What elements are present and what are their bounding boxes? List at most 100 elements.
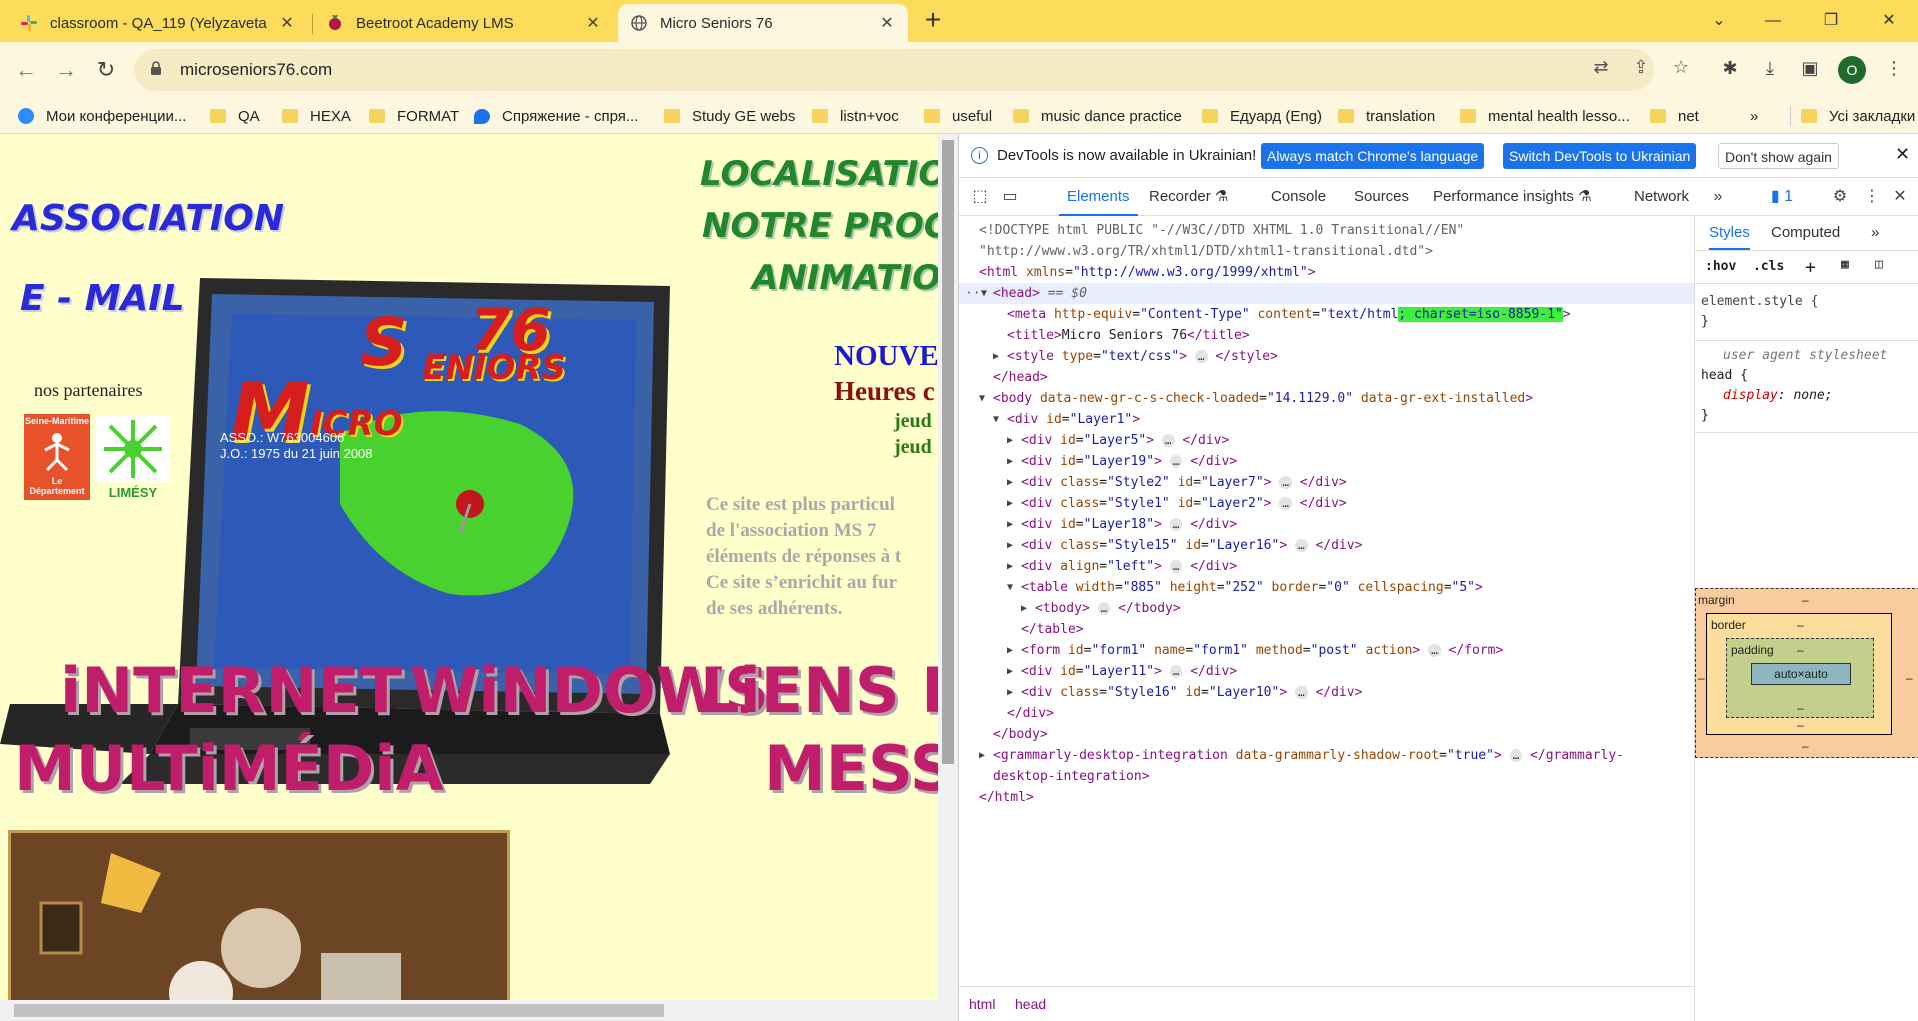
collapsed-arrow-icon[interactable]: ▶: [1007, 493, 1019, 514]
scrollbar-thumb[interactable]: [942, 140, 954, 764]
more-tabs-icon[interactable]: »: [1871, 216, 1879, 250]
close-icon[interactable]: ✕: [878, 13, 896, 33]
dom-node[interactable]: </head>: [959, 367, 1694, 388]
tab-micro-seniors[interactable]: Micro Seniors 76 ✕: [618, 4, 908, 42]
dom-node[interactable]: ▶ <div id="Layer19"> … </div>: [959, 451, 1694, 472]
collapsed-arrow-icon[interactable]: ▶: [1007, 535, 1019, 556]
close-window-icon[interactable]: ✕: [1866, 6, 1912, 36]
bookmark-item[interactable]: Мои конференции...: [18, 106, 186, 126]
dom-node[interactable]: ▶ <div id="Layer18"> … </div>: [959, 514, 1694, 535]
animation-link[interactable]: ANIMATIO: [752, 258, 938, 298]
restore-icon[interactable]: ❐: [1808, 6, 1854, 36]
collapsed-arrow-icon[interactable]: ▶: [1007, 451, 1019, 472]
bookmark-folder[interactable]: QA: [210, 106, 260, 126]
bookmark-folder[interactable]: useful: [924, 106, 992, 126]
new-tab-button[interactable]: +: [918, 6, 948, 36]
profile-avatar[interactable]: O: [1838, 56, 1866, 84]
tab-recorder[interactable]: Recorder ⚗: [1149, 178, 1228, 216]
menu-icon[interactable]: ⋮: [1880, 54, 1908, 82]
tab-sources[interactable]: Sources: [1354, 178, 1409, 216]
gear-icon[interactable]: ⚙: [1829, 186, 1851, 208]
switch-to-ukrainian-button[interactable]: Switch DevTools to Ukrainian: [1503, 143, 1697, 169]
download-icon[interactable]: ⤓: [1756, 54, 1784, 82]
dom-node[interactable]: ▶ <div class="Style2" id="Layer7"> … </di…: [959, 472, 1694, 493]
bookmark-folder[interactable]: mental health lesso...: [1460, 106, 1630, 126]
side-panel-icon[interactable]: ▣: [1796, 54, 1824, 82]
collapsed-arrow-icon[interactable]: ▶: [1007, 514, 1019, 535]
collapsed-arrow-icon[interactable]: ▶: [1007, 472, 1019, 493]
collapsed-arrow-icon[interactable]: ▶: [1007, 640, 1019, 661]
scrollbar-thumb[interactable]: [14, 1004, 664, 1017]
collapsed-arrow-icon[interactable]: ▶: [1021, 598, 1033, 619]
bookmark-folder[interactable]: Study GE webs: [664, 106, 795, 126]
bookmark-folder[interactable]: Едуард (Eng): [1202, 106, 1322, 126]
dom-node[interactable]: ▶ <div align="left"> … </div>: [959, 556, 1694, 577]
dom-node[interactable]: <title>Micro Seniors 76</title>: [959, 325, 1694, 346]
bookmark-folder[interactable]: HEXA: [282, 106, 351, 126]
collapsed-arrow-icon[interactable]: ▶: [1007, 430, 1019, 451]
extensions-icon[interactable]: ✱: [1716, 54, 1744, 82]
tab-beetroot[interactable]: Beetroot Academy LMS ✕: [314, 4, 614, 42]
programme-link[interactable]: NOTRE PROGR: [702, 206, 938, 246]
bookmark-folder[interactable]: translation: [1338, 106, 1435, 126]
dom-node[interactable]: ▶ <grammarly-desktop-integration data-gra…: [959, 745, 1694, 766]
dom-node[interactable]: "http://www.w3.org/TR/xhtml1/DTD/xhtml1-…: [959, 241, 1694, 262]
bookmark-item[interactable]: Спряжение - спря...: [474, 106, 638, 126]
collapsed-arrow-icon[interactable]: ▶: [979, 745, 991, 766]
dom-node[interactable]: ▶ <form id="form1" name="form1" method="p…: [959, 640, 1694, 661]
box-content[interactable]: auto×auto: [1751, 663, 1851, 685]
forward-icon[interactable]: →: [50, 54, 82, 86]
dom-node[interactable]: desktop-integration>: [959, 766, 1694, 787]
tab-classroom[interactable]: classroom - QA_119 (Yelyzaveta ✕: [8, 4, 308, 42]
liens-link[interactable]: LiENS PR: [700, 654, 938, 727]
collapsed-arrow-icon[interactable]: ▶: [993, 346, 1005, 367]
new-rule-icon[interactable]: +: [1805, 257, 1816, 278]
paint-icon[interactable]: ▦: [1841, 257, 1849, 272]
issues-icon[interactable]: ▮ 1: [1765, 186, 1799, 208]
all-bookmarks-button[interactable]: Усі закладки: [1790, 106, 1915, 126]
dom-node[interactable]: </div>: [959, 703, 1694, 724]
localisation-link[interactable]: LOCALISATION D: [700, 154, 938, 194]
dom-node[interactable]: ▼ <div id="Layer1">: [959, 409, 1694, 430]
more-tabs-icon[interactable]: »: [1707, 186, 1729, 208]
dom-node[interactable]: ▼ <table width="885" height="252" border=…: [959, 577, 1694, 598]
hov-toggle[interactable]: :hov: [1705, 259, 1736, 274]
bookmarks-overflow-button[interactable]: »: [1750, 106, 1758, 126]
breadcrumb-item[interactable]: head: [1015, 996, 1046, 1012]
tab-computed[interactable]: Computed: [1771, 216, 1840, 250]
bookmark-folder[interactable]: net: [1650, 106, 1699, 126]
inspect-element-icon[interactable]: ⬚: [969, 186, 991, 208]
messagerie-link[interactable]: MESSA: [764, 732, 938, 805]
tab-console[interactable]: Console: [1271, 178, 1326, 216]
address-bar[interactable]: microseniors76.com: [134, 49, 1654, 91]
device-toolbar-icon[interactable]: ▭: [999, 186, 1021, 208]
close-icon[interactable]: ✕: [584, 13, 602, 33]
dom-node[interactable]: ▶ <div class="Style1" id="Layer2"> … </di…: [959, 493, 1694, 514]
internet-link[interactable]: iNTERNET: [60, 654, 402, 727]
reload-icon[interactable]: ↻: [90, 54, 122, 86]
bookmark-folder[interactable]: listn+voc: [812, 106, 899, 126]
share-icon[interactable]: ⇪: [1628, 54, 1654, 80]
collapsed-arrow-icon[interactable]: ▶: [1007, 556, 1019, 577]
expanded-arrow-icon[interactable]: ▼: [979, 388, 991, 409]
close-icon[interactable]: ✕: [1895, 144, 1910, 165]
dom-node[interactable]: </body>: [959, 724, 1694, 745]
multimedia-link[interactable]: MULTiMÉDiA: [14, 732, 444, 805]
toggle-sidebar-icon[interactable]: ◫: [1875, 257, 1883, 272]
tab-search-icon[interactable]: ⌄: [1696, 6, 1742, 36]
dom-node[interactable]: ▶ <div id="Layer5"> … </div>: [959, 430, 1694, 451]
dom-node[interactable]: <html xmlns="http://www.w3.org/1999/xhtm…: [959, 262, 1694, 283]
dom-node-selected[interactable]: ··· ▼ <head> == $0: [959, 283, 1694, 304]
cls-toggle[interactable]: .cls: [1753, 259, 1784, 274]
bookmark-folder[interactable]: music dance practice: [1013, 106, 1182, 126]
dom-node[interactable]: ▶ <tbody> … </tbody>: [959, 598, 1694, 619]
dom-node[interactable]: </html>: [959, 787, 1694, 808]
always-match-language-button[interactable]: Always match Chrome's language: [1261, 143, 1485, 169]
close-devtools-icon[interactable]: ✕: [1889, 186, 1911, 208]
close-icon[interactable]: ✕: [278, 13, 296, 33]
back-icon[interactable]: ←: [10, 54, 42, 86]
dont-show-again-button[interactable]: Don't show again: [1718, 143, 1839, 169]
collapsed-arrow-icon[interactable]: ▶: [1007, 682, 1019, 703]
translate-icon[interactable]: ⇄: [1588, 54, 1614, 80]
dom-node[interactable]: ▶ <div id="Layer11"> … </div>: [959, 661, 1694, 682]
